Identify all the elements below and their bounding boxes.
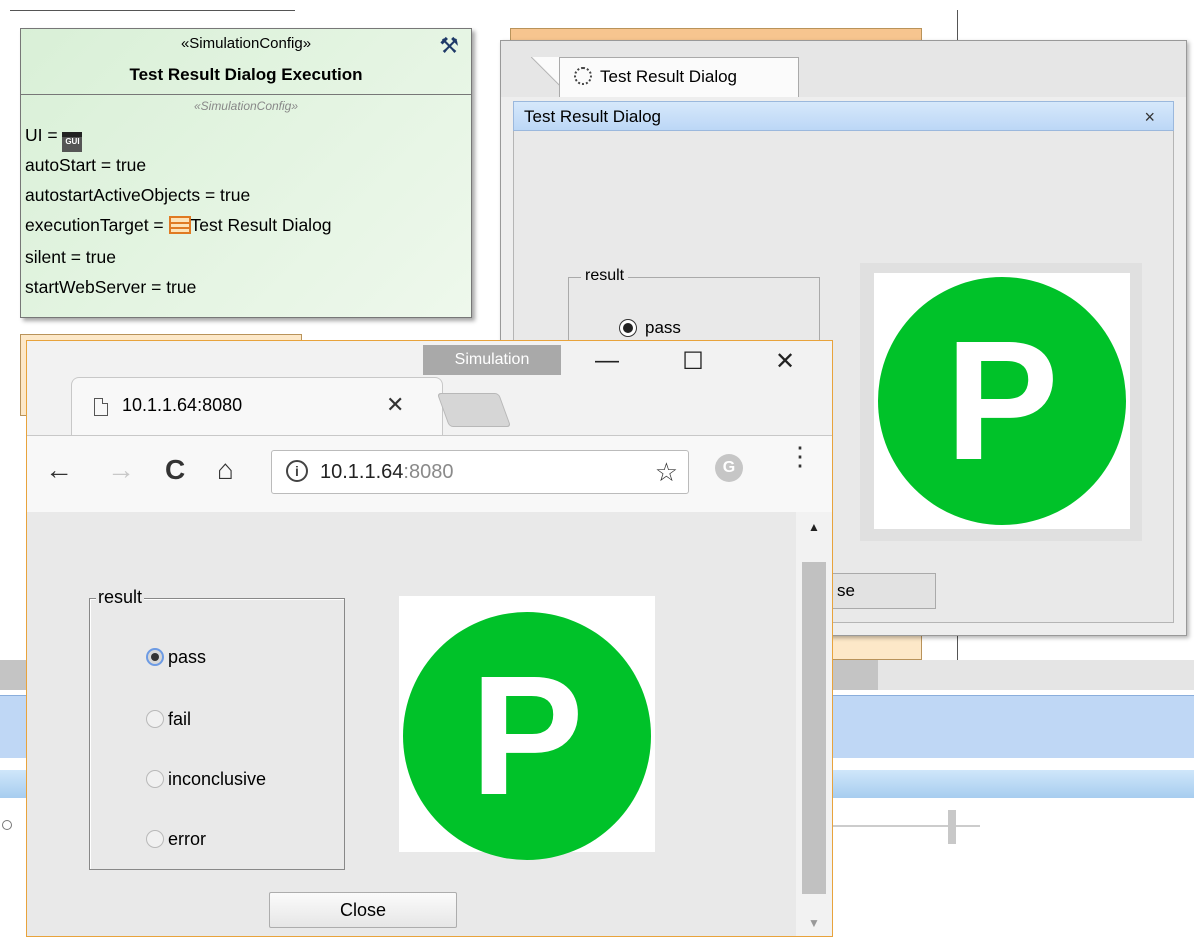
minimize-button[interactable]: — bbox=[587, 347, 627, 375]
dialog-title: Test Result Dialog bbox=[524, 107, 662, 126]
result-group: result pass fail inconclusive error bbox=[89, 587, 345, 870]
star-icon[interactable]: ☆ bbox=[655, 457, 678, 488]
simulation-config-element[interactable]: «SimulationConfig» ⚒ Test Result Dialog … bbox=[20, 28, 472, 318]
result-image: P bbox=[399, 596, 655, 860]
radio-icon bbox=[146, 830, 164, 848]
compartment-divider bbox=[21, 94, 471, 95]
pass-badge-icon: P bbox=[878, 277, 1126, 525]
hammer-wrench-icon: ⚒ bbox=[439, 33, 459, 58]
radio-pass[interactable]: pass bbox=[146, 647, 206, 668]
browser-tab[interactable]: 10.1.1.64:8080 ✕ bbox=[71, 377, 443, 436]
tab-title: 10.1.1.64:8080 bbox=[122, 395, 243, 415]
radio-label: inconclusive bbox=[168, 769, 267, 789]
prop-silent: silent = true bbox=[25, 247, 116, 267]
prop-autostart-active-objects: autostartActiveObjects = true bbox=[25, 185, 251, 205]
close-button[interactable]: se bbox=[832, 573, 936, 609]
config-stereotype-small: «SimulationConfig» bbox=[193, 99, 299, 113]
radio-label: pass bbox=[168, 647, 207, 667]
home-icon[interactable]: ⌂ bbox=[217, 454, 234, 486]
diagram-line bbox=[10, 10, 295, 11]
radio-icon bbox=[146, 770, 164, 788]
tab-test-result-dialog[interactable]: Test Result Dialog bbox=[559, 57, 799, 97]
address-text: 10.1.1.64:8080 bbox=[320, 461, 454, 483]
extension-icon[interactable]: G bbox=[715, 454, 743, 482]
address-bar[interactable]: i 10.1.1.64:8080 ☆ bbox=[271, 450, 689, 494]
info-icon[interactable]: i bbox=[286, 460, 308, 482]
radio-error[interactable]: error bbox=[146, 829, 206, 850]
tab-label: Test Result Dialog bbox=[600, 67, 738, 86]
result-image: P bbox=[874, 273, 1130, 529]
window-close-button[interactable]: ✕ bbox=[765, 347, 805, 376]
browser-window: Simulation — ☐ ✕ 10.1.1.64:8080 ✕ ← → C … bbox=[26, 340, 833, 937]
prop-start-web-server: startWebServer = true bbox=[25, 277, 197, 297]
pass-badge-icon: P bbox=[403, 612, 651, 860]
config-title: Test Result Dialog Execution bbox=[129, 65, 363, 84]
radio-pass[interactable]: pass bbox=[619, 318, 681, 338]
radio-icon bbox=[2, 820, 12, 830]
scroll-down-icon[interactable]: ▼ bbox=[808, 916, 820, 930]
group-label: result bbox=[96, 587, 145, 608]
maximize-button[interactable]: ☐ bbox=[673, 347, 713, 376]
slider-track bbox=[830, 825, 980, 827]
prop-execution-target: executionTarget = Test Result Dialog bbox=[25, 215, 332, 235]
browser-toolbar: ← → C ⌂ i 10.1.1.64:8080 ☆ G ⋮ bbox=[27, 435, 832, 513]
document-icon bbox=[94, 398, 108, 416]
radio-selected-icon bbox=[146, 648, 164, 666]
simulation-label: Simulation bbox=[423, 345, 561, 375]
gui-icon: GUI bbox=[62, 132, 83, 152]
page-content: result pass fail inconclusive error P Cl… bbox=[27, 512, 797, 936]
group-label: result bbox=[581, 267, 629, 285]
dialog-titlebar: Test Result Dialog × bbox=[513, 101, 1174, 131]
prop-autostart: autoStart = true bbox=[25, 155, 147, 175]
table-icon bbox=[168, 216, 191, 234]
back-icon[interactable]: ← bbox=[45, 454, 73, 486]
config-stereotype: «SimulationConfig» bbox=[180, 35, 312, 52]
radio-fail[interactable]: fail bbox=[146, 709, 191, 730]
tab-close-icon[interactable]: ✕ bbox=[386, 392, 404, 418]
slider-thumb[interactable] bbox=[948, 810, 956, 844]
scroll-thumb[interactable] bbox=[802, 562, 826, 894]
gear-icon bbox=[574, 67, 592, 85]
radio-inconclusive[interactable]: inconclusive bbox=[146, 769, 266, 790]
vertical-scrollbar[interactable]: ▲ ▼ bbox=[796, 512, 832, 936]
close-button[interactable]: Close bbox=[269, 892, 457, 928]
radio-selected-icon bbox=[619, 319, 637, 337]
scroll-up-icon[interactable]: ▲ bbox=[808, 520, 820, 534]
radio-icon bbox=[146, 710, 164, 728]
radio-label: error bbox=[168, 829, 207, 849]
radio-label: pass bbox=[645, 318, 681, 337]
new-tab-button[interactable] bbox=[436, 393, 512, 427]
background-panel bbox=[878, 660, 1194, 690]
radio-label: fail bbox=[168, 709, 192, 729]
forward-icon[interactable]: → bbox=[107, 454, 135, 486]
reload-icon[interactable]: C bbox=[165, 454, 185, 486]
menu-icon[interactable]: ⋮ bbox=[787, 443, 813, 469]
close-icon[interactable]: × bbox=[1144, 102, 1155, 132]
prop-ui: UI = GUI bbox=[25, 125, 83, 152]
